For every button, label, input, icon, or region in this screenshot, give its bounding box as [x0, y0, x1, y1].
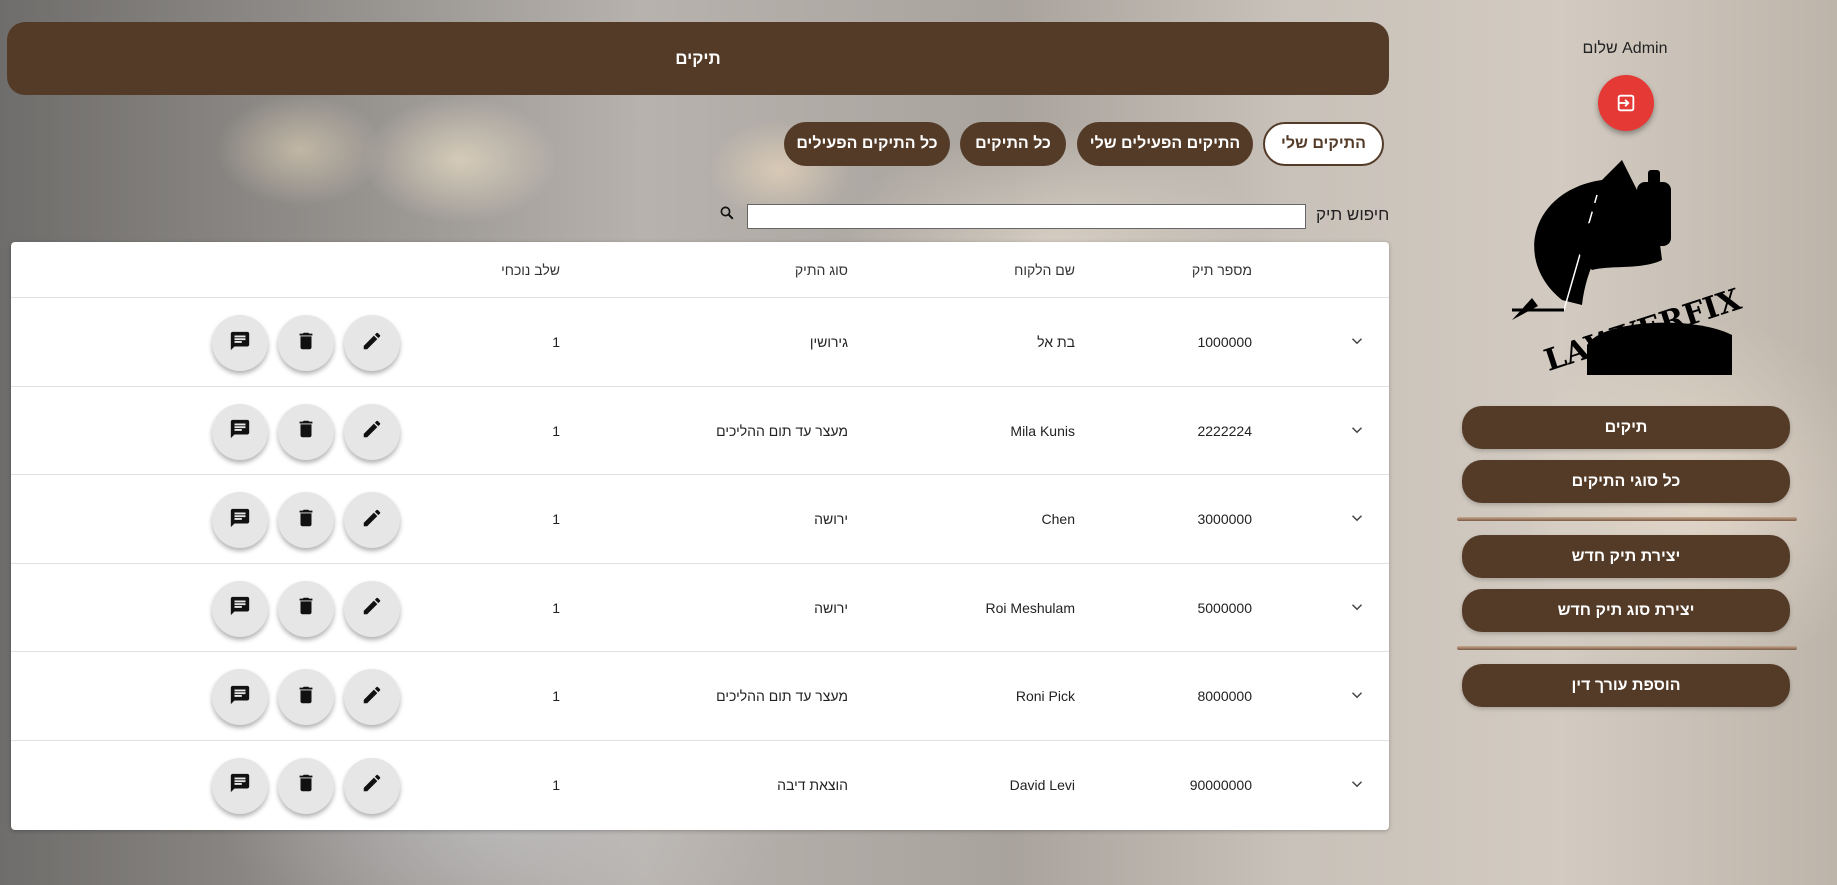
case-number-cell: 1000000: [1197, 334, 1252, 350]
sidebar-item-add-lawyer[interactable]: הוספת עורך דין: [1462, 664, 1790, 707]
current-stage-cell: 1: [552, 511, 560, 528]
case-number-cell: 3000000: [1197, 511, 1252, 528]
page-header: תיקים: [7, 22, 1389, 95]
edit-pencil-icon: [361, 684, 383, 711]
comment-icon: [229, 507, 251, 534]
delete-button[interactable]: [278, 757, 334, 814]
comments-button[interactable]: [212, 669, 268, 726]
edit-pencil-icon: [361, 507, 383, 534]
column-header-current-stage: שלב נוכחי: [501, 262, 560, 278]
sidebar-item-create-case[interactable]: יצירת תיק חדש: [1462, 535, 1790, 578]
logout-button[interactable]: [1598, 75, 1654, 131]
client-name-cell: David Levi: [1009, 776, 1075, 793]
cases-table: מספר תיק שם הלקוח סוג התיק שלב נוכחי 100…: [11, 242, 1389, 830]
edit-button[interactable]: [344, 669, 400, 726]
search-icon[interactable]: [718, 204, 736, 222]
delete-trash-icon: [295, 772, 317, 799]
case-type-cell: ירושה: [814, 511, 848, 528]
edit-button[interactable]: [344, 580, 400, 637]
case-number-cell: 5000000: [1197, 599, 1252, 616]
comments-button[interactable]: [212, 492, 268, 549]
case-number-cell: 8000000: [1197, 688, 1252, 705]
client-name-cell: Chen: [1041, 511, 1075, 528]
expand-chevron-icon[interactable]: [1348, 686, 1366, 704]
delete-button[interactable]: [278, 669, 334, 726]
sidebar-item-all-case-types[interactable]: כל סוגי התיקים: [1462, 460, 1790, 503]
edit-pencil-icon: [361, 772, 383, 799]
edit-pencil-icon: [361, 330, 383, 357]
case-type-cell: מעצר עד תום ההליכים: [716, 422, 848, 439]
delete-trash-icon: [295, 418, 317, 445]
search-label: חיפוש תיק: [1316, 205, 1390, 224]
client-name-cell: בת אל: [1037, 334, 1075, 350]
comment-icon: [229, 330, 251, 357]
expand-chevron-icon[interactable]: [1348, 598, 1366, 616]
comment-icon: [229, 595, 251, 622]
delete-button[interactable]: [278, 403, 334, 460]
edit-button[interactable]: [344, 315, 400, 371]
sidebar-item-cases[interactable]: תיקים: [1462, 406, 1790, 449]
table-row[interactable]: 90000000 David Levi הוצאת דיבה 1: [11, 741, 1389, 830]
sidebar-divider: [1457, 646, 1797, 650]
edit-button[interactable]: [344, 492, 400, 549]
filter-all-active-cases-button[interactable]: כל התיקים הפעילים: [784, 122, 950, 166]
comment-icon: [229, 418, 251, 445]
column-header-case-type: סוג התיק: [794, 262, 848, 278]
expand-chevron-icon[interactable]: [1348, 421, 1366, 439]
page-title: תיקים: [675, 48, 721, 68]
comments-button[interactable]: [212, 580, 268, 637]
sidebar-item-create-case-type[interactable]: יצירת סוג תיק חדש: [1462, 589, 1790, 632]
expand-chevron-icon[interactable]: [1348, 509, 1366, 527]
client-name-cell: Mila Kunis: [1010, 422, 1075, 439]
case-type-cell: ירושה: [814, 599, 848, 616]
edit-button[interactable]: [344, 403, 400, 460]
expand-chevron-icon[interactable]: [1348, 775, 1366, 793]
case-type-cell: גירושין: [809, 334, 848, 350]
current-stage-cell: 1: [552, 688, 560, 705]
column-header-case-number: מספר תיק: [1191, 262, 1252, 278]
filter-all-cases-button[interactable]: כל התיקים: [960, 122, 1066, 166]
table-header: מספר תיק שם הלקוח סוג התיק שלב נוכחי: [11, 242, 1389, 298]
search-input[interactable]: [747, 204, 1306, 229]
delete-trash-icon: [295, 330, 317, 357]
current-stage-cell: 1: [552, 334, 560, 350]
case-number-cell: 90000000: [1189, 776, 1252, 793]
delete-trash-icon: [295, 507, 317, 534]
current-stage-cell: 1: [552, 599, 560, 616]
comment-icon: [229, 772, 251, 799]
delete-button[interactable]: [278, 315, 334, 371]
edit-pencil-icon: [361, 595, 383, 622]
comments-button[interactable]: [212, 403, 268, 460]
table-row[interactable]: 3000000 Chen ירושה 1: [11, 475, 1389, 564]
client-name-cell: Roi Meshulam: [985, 599, 1075, 616]
table-row[interactable]: 2222224 Mila Kunis מעצר עד תום ההליכים 1: [11, 387, 1389, 476]
client-name-cell: Roni Pick: [1015, 688, 1075, 705]
user-greeting: שלום Admin: [1582, 40, 1668, 57]
table-row[interactable]: 5000000 Roi Meshulam ירושה 1: [11, 564, 1389, 653]
sidebar-divider: [1457, 517, 1797, 521]
lawyerfix-logo: LAWYERFIX: [1512, 160, 1746, 379]
filter-my-cases-button[interactable]: התיקים שלי: [1263, 122, 1384, 166]
delete-trash-icon: [295, 595, 317, 622]
expand-chevron-icon[interactable]: [1348, 332, 1366, 350]
column-header-client-name: שם הלקוח: [1014, 262, 1075, 278]
table-row[interactable]: 8000000 Roni Pick מעצר עד תום ההליכים 1: [11, 652, 1389, 741]
case-number-cell: 2222224: [1197, 422, 1252, 439]
case-type-cell: הוצאת דיבה: [777, 776, 848, 793]
delete-button[interactable]: [278, 580, 334, 637]
comments-button[interactable]: [212, 315, 268, 371]
case-type-cell: מעצר עד תום ההליכים: [716, 688, 848, 705]
filter-my-active-cases-button[interactable]: התיקים הפעילים שלי: [1077, 122, 1253, 166]
current-stage-cell: 1: [552, 776, 560, 793]
logout-icon: [1617, 94, 1635, 112]
edit-button[interactable]: [344, 757, 400, 814]
delete-button[interactable]: [278, 492, 334, 549]
comments-button[interactable]: [212, 757, 268, 814]
delete-trash-icon: [295, 684, 317, 711]
current-stage-cell: 1: [552, 422, 560, 439]
comment-icon: [229, 684, 251, 711]
edit-pencil-icon: [361, 418, 383, 445]
table-row[interactable]: 1000000 בת אל גירושין 1: [11, 298, 1389, 387]
